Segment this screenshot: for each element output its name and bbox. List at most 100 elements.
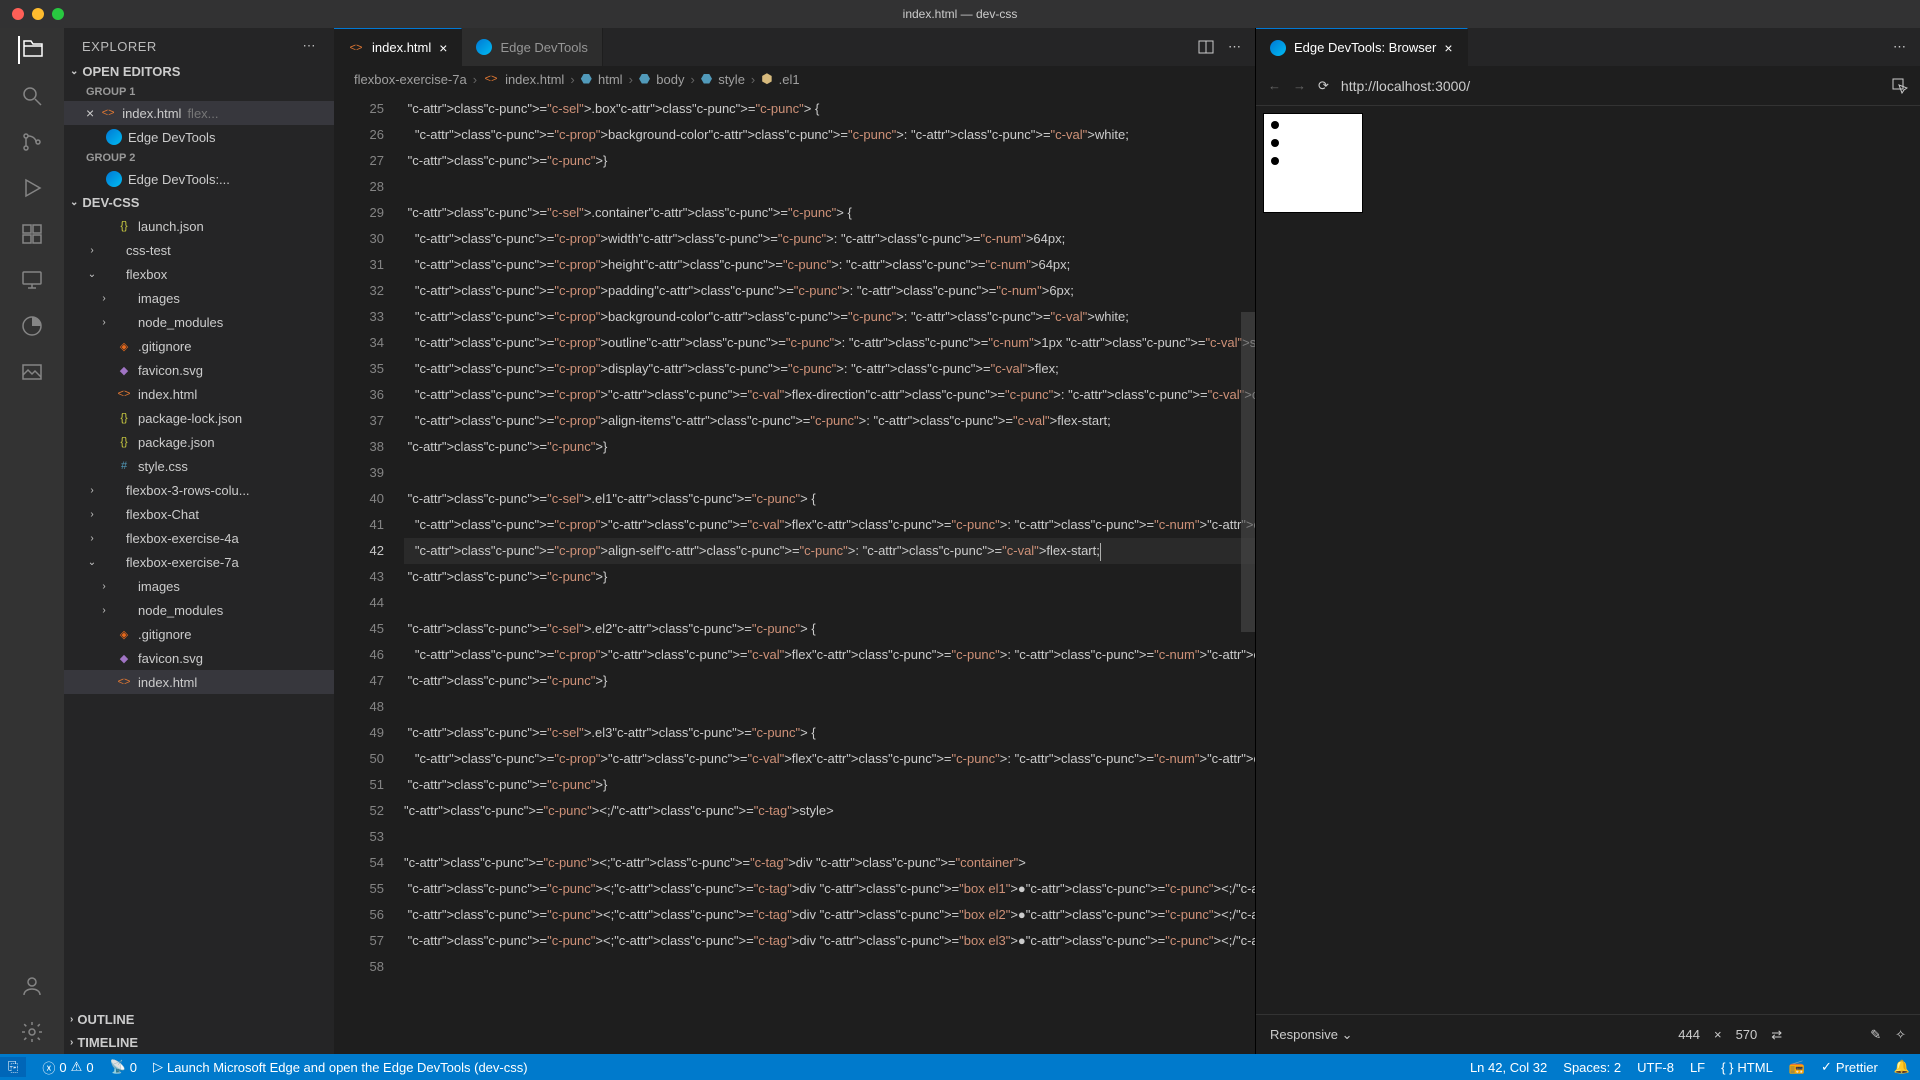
image-gallery-icon[interactable] xyxy=(18,358,46,386)
window-controls xyxy=(0,8,64,20)
minimize-window-icon[interactable] xyxy=(32,8,44,20)
viewport-width[interactable]: 444 xyxy=(1678,1027,1700,1042)
responsive-dropdown[interactable]: Responsive ⌄ xyxy=(1270,1027,1352,1043)
encoding-status[interactable]: UTF-8 xyxy=(1637,1060,1674,1075)
tree-item--gitignore[interactable]: ◈.gitignore xyxy=(64,334,334,358)
notifications-icon[interactable]: 🔔 xyxy=(1894,1059,1910,1075)
tree-item-flexbox-exercise-7a[interactable]: ⌄flexbox-exercise-7a xyxy=(64,550,334,574)
remote-explorer-icon[interactable] xyxy=(18,266,46,294)
viewport-height[interactable]: 570 xyxy=(1736,1027,1758,1042)
tree-item-flexbox-exercise-4a[interactable]: ›flexbox-exercise-4a xyxy=(64,526,334,550)
tab-index-html[interactable]: <> index.html × xyxy=(334,28,462,66)
source-control-icon[interactable] xyxy=(18,128,46,156)
tree-item-images[interactable]: ›images xyxy=(64,286,334,310)
tree-item--gitignore[interactable]: ◈.gitignore xyxy=(64,622,334,646)
maximize-window-icon[interactable] xyxy=(52,8,64,20)
folder-icon xyxy=(116,578,132,594)
explorer-icon[interactable] xyxy=(18,36,46,64)
code-editor[interactable]: 2526272829303132333435363738394041424344… xyxy=(334,92,1255,1054)
tree-item-style-css[interactable]: #style.css xyxy=(64,454,334,478)
prettier-status[interactable]: ✓ Prettier xyxy=(1821,1059,1878,1075)
tab-edge-devtools-browser[interactable]: Edge DevTools: Browser × xyxy=(1256,28,1468,66)
debug-launch-status[interactable]: ▷ Launch Microsoft Edge and open the Edg… xyxy=(153,1059,528,1075)
edge-tools-icon[interactable] xyxy=(18,312,46,340)
activity-bar xyxy=(0,28,64,1054)
svg-icon: ◆ xyxy=(116,362,132,378)
tree-item-images[interactable]: ›images xyxy=(64,574,334,598)
split-editor-icon[interactable] xyxy=(1198,39,1214,55)
chevron-icon: › xyxy=(86,245,98,256)
tree-item-favicon-svg[interactable]: ◆favicon.svg xyxy=(64,358,334,382)
tree-item-flexbox-chat[interactable]: ›flexbox-Chat xyxy=(64,502,334,526)
close-window-icon[interactable] xyxy=(12,8,24,20)
chevron-icon: › xyxy=(98,581,110,592)
folder-icon xyxy=(116,314,132,330)
editor-group-1-label: GROUP 1 xyxy=(64,83,334,101)
folder-section[interactable]: ⌄ DEV-CSS xyxy=(64,191,334,214)
tab-bar: <> index.html × Edge DevTools ⋯ xyxy=(334,28,1255,66)
preview-el3 xyxy=(1271,157,1279,165)
indent-status[interactable]: Spaces: 2 xyxy=(1563,1060,1621,1075)
go-live-icon[interactable]: 📻 xyxy=(1789,1059,1805,1075)
folder-icon xyxy=(104,554,120,570)
wand-icon[interactable]: ✧ xyxy=(1895,1027,1906,1043)
tab-edge-devtools[interactable]: Edge DevTools xyxy=(462,28,602,66)
more-icon[interactable]: ⋯ xyxy=(303,38,317,54)
back-icon[interactable]: ← xyxy=(1268,78,1281,93)
close-tab-icon[interactable]: × xyxy=(439,40,447,56)
tree-item-node-modules[interactable]: ›node_modules xyxy=(64,310,334,334)
inspect-icon[interactable] xyxy=(1892,78,1908,94)
url-input[interactable] xyxy=(1341,78,1880,94)
eyedropper-icon[interactable]: ✎ xyxy=(1870,1027,1881,1043)
more-actions-icon[interactable]: ⋯ xyxy=(1228,39,1241,55)
refresh-icon[interactable]: ⟳ xyxy=(1318,78,1329,94)
close-editor-icon[interactable]: × xyxy=(86,105,94,121)
tree-item-css-test[interactable]: ›css-test xyxy=(64,238,334,262)
more-actions-icon[interactable]: ⋯ xyxy=(1893,39,1906,55)
open-editor-item[interactable]: Edge DevTools:... xyxy=(64,167,334,191)
git-icon: ◈ xyxy=(116,626,132,642)
remote-indicator[interactable]: ⎘ xyxy=(0,1057,26,1077)
outline-section[interactable]: › OUTLINE xyxy=(64,1008,334,1031)
tree-item-flexbox-3-rows-colu---[interactable]: ›flexbox-3-rows-colu... xyxy=(64,478,334,502)
edge-icon xyxy=(106,129,122,145)
tree-item-index-html[interactable]: <>index.html xyxy=(64,382,334,406)
timeline-section[interactable]: › TIMELINE xyxy=(64,1031,334,1054)
edge-icon xyxy=(476,39,492,55)
tree-item-launch-json[interactable]: {}launch.json xyxy=(64,214,334,238)
problems-status[interactable]: ⓧ 0 ⚠ 0 xyxy=(42,1058,93,1077)
run-debug-icon[interactable] xyxy=(18,174,46,202)
open-editors-section[interactable]: ⌄ OPEN EDITORS xyxy=(64,60,334,83)
sidebar-explorer: EXPLORER ⋯ ⌄ OPEN EDITORS GROUP 1 × <> i… xyxy=(64,28,334,1054)
language-mode[interactable]: { } HTML xyxy=(1721,1060,1773,1075)
status-bar: ⎘ ⓧ 0 ⚠ 0 📡 0 ▷ Launch Microsoft Edge an… xyxy=(0,1054,1920,1080)
tree-item-node-modules[interactable]: ›node_modules xyxy=(64,598,334,622)
folder-icon xyxy=(116,602,132,618)
tree-item-package-json[interactable]: {}package.json xyxy=(64,430,334,454)
editor-group-1: <> index.html × Edge DevTools ⋯ flexbox-… xyxy=(334,28,1255,1054)
explorer-title: EXPLORER xyxy=(82,39,157,54)
browser-preview[interactable] xyxy=(1256,106,1920,1014)
extensions-icon[interactable] xyxy=(18,220,46,248)
open-editor-item[interactable]: Edge DevTools xyxy=(64,125,334,149)
open-editor-item[interactable]: × <> index.html flex... xyxy=(64,101,334,125)
eol-status[interactable]: LF xyxy=(1690,1060,1705,1075)
close-tab-icon[interactable]: × xyxy=(1444,40,1452,56)
tree-item-index-html[interactable]: <>index.html xyxy=(64,670,334,694)
tree-item-package-lock-json[interactable]: {}package-lock.json xyxy=(64,406,334,430)
rotate-icon[interactable]: ⇄ xyxy=(1771,1027,1782,1043)
settings-gear-icon[interactable] xyxy=(18,1018,46,1046)
file-tree: {}launch.json›css-test⌄flexbox›images›no… xyxy=(64,214,334,1008)
html-file-icon: <> xyxy=(100,105,116,121)
forward-icon[interactable]: → xyxy=(1293,78,1306,93)
account-icon[interactable] xyxy=(18,972,46,1000)
folder-icon xyxy=(116,290,132,306)
search-icon[interactable] xyxy=(18,82,46,110)
cursor-position[interactable]: Ln 42, Col 32 xyxy=(1470,1060,1547,1075)
ports-status[interactable]: 📡 0 xyxy=(110,1059,137,1075)
tree-item-favicon-svg[interactable]: ◆favicon.svg xyxy=(64,646,334,670)
css-icon: # xyxy=(116,458,132,474)
scrollbar[interactable] xyxy=(1241,92,1255,1054)
breadcrumb[interactable]: flexbox-exercise-7a› <>index.html› ⬣html… xyxy=(334,66,1255,92)
tree-item-flexbox[interactable]: ⌄flexbox xyxy=(64,262,334,286)
